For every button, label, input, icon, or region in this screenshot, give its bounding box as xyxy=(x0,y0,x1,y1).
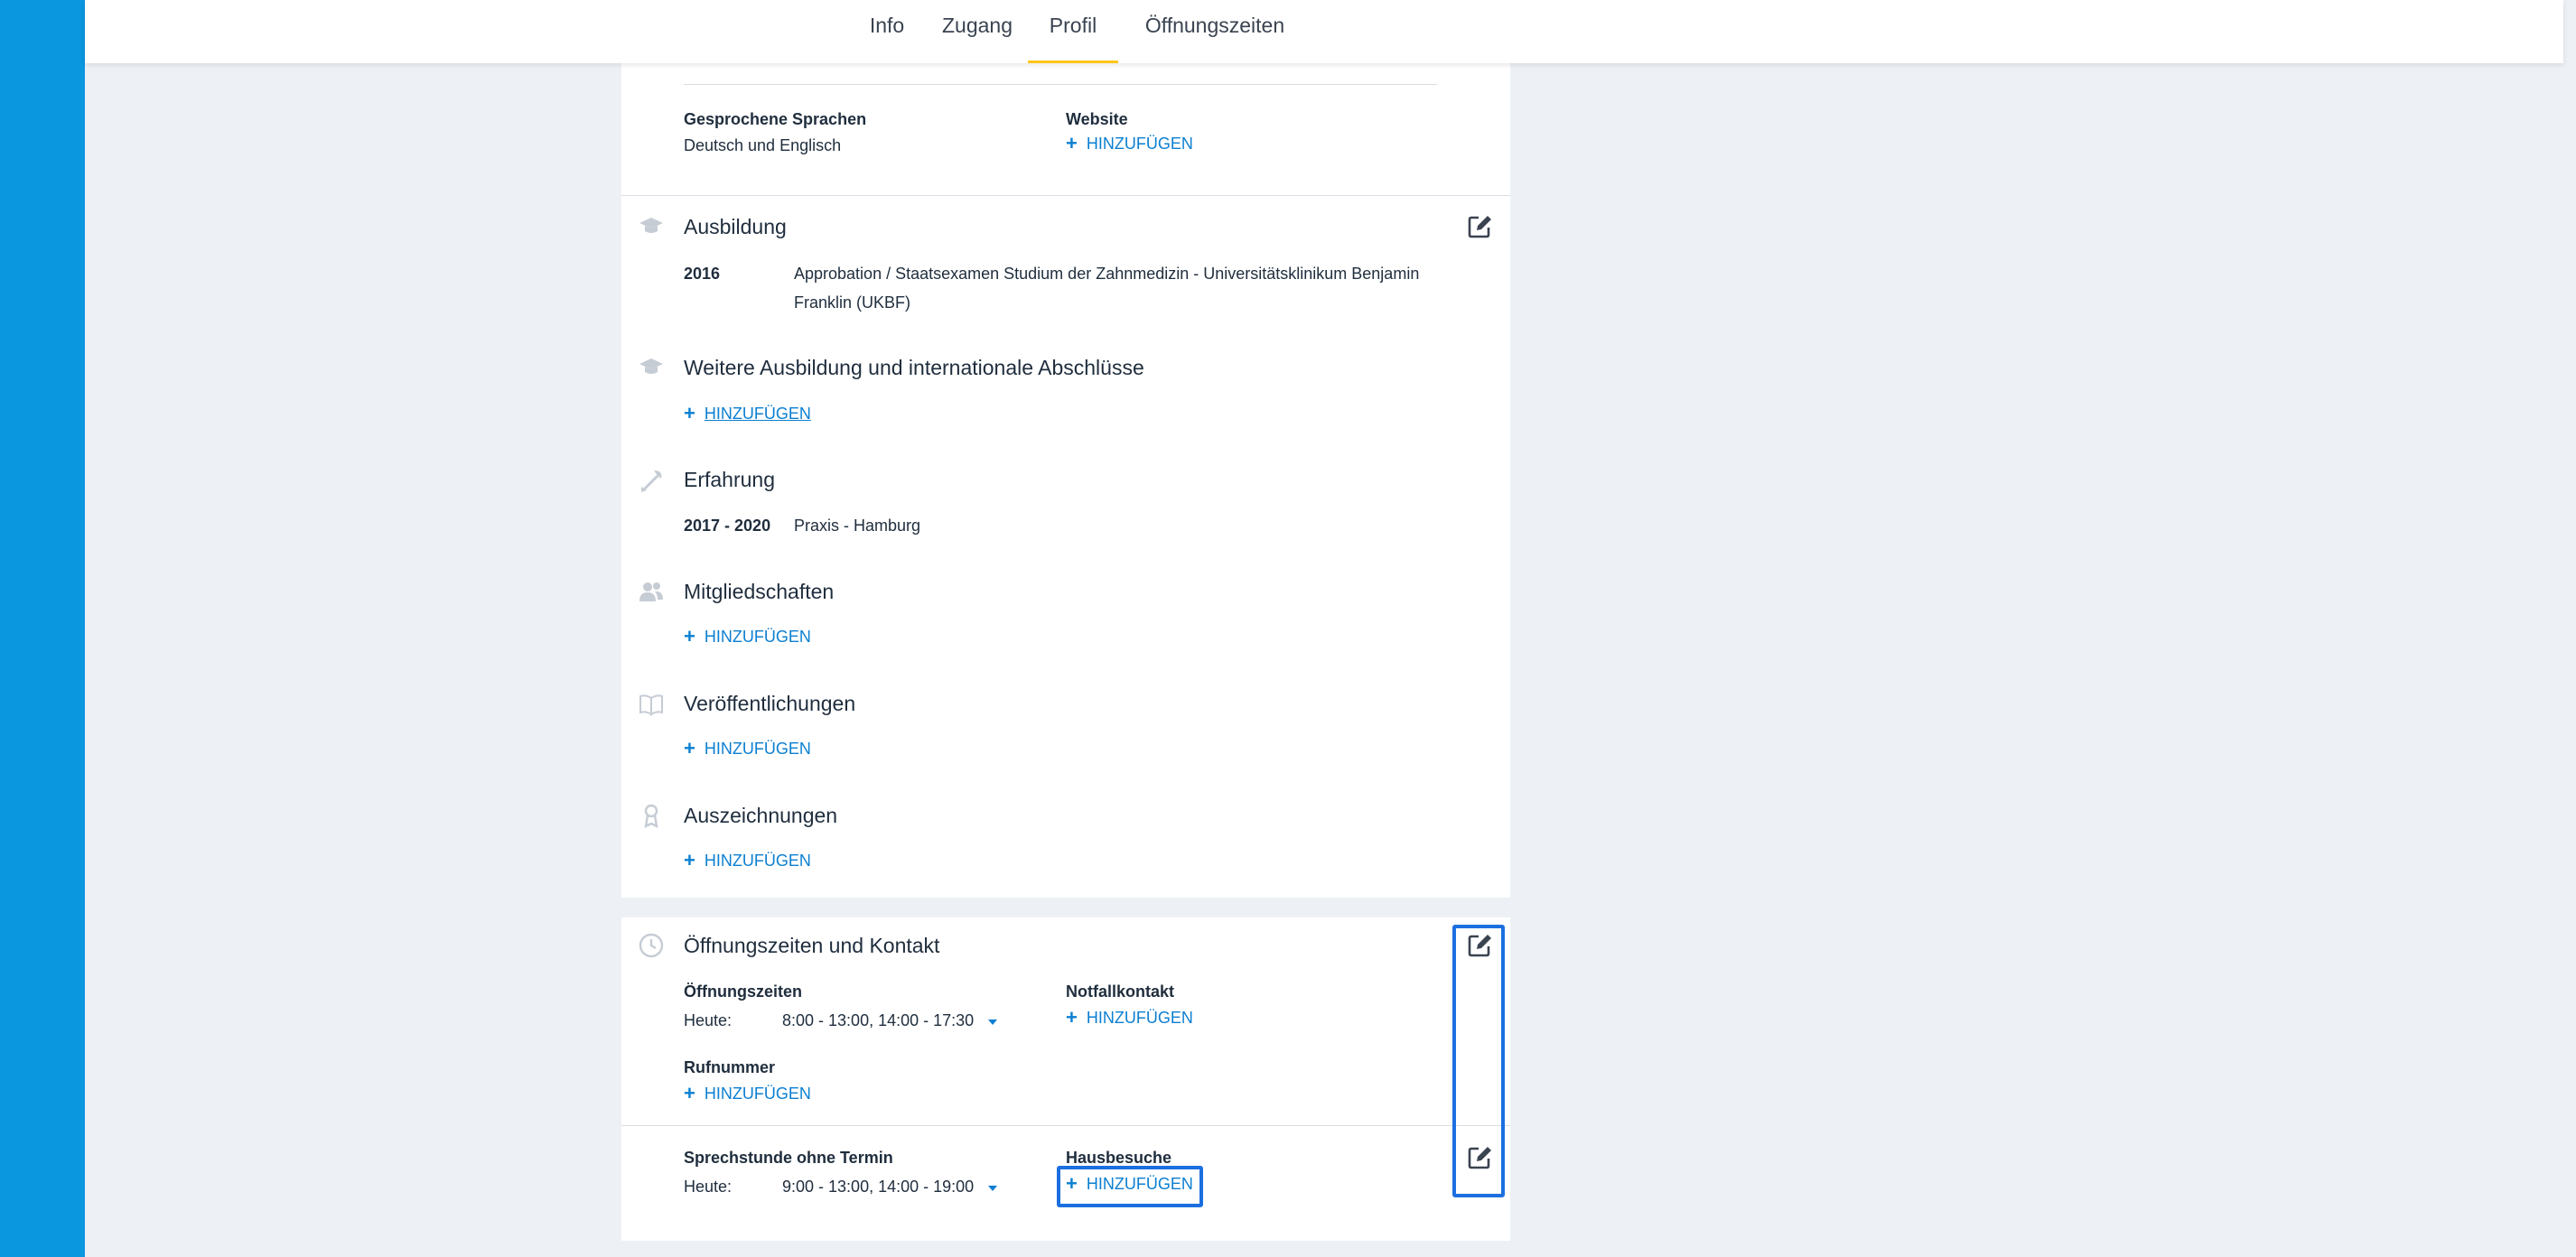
highlight-box-edit-icons xyxy=(1452,925,1505,1197)
add-publication-button[interactable]: + HINZUFÜGEN xyxy=(684,739,811,759)
add-phone-button[interactable]: + HINZUFÜGEN xyxy=(684,1084,811,1103)
tab-label: Zugang xyxy=(941,14,1013,37)
award-icon xyxy=(644,804,658,829)
top-navigation: Info Zugang Profil Öffnungszeiten xyxy=(85,0,2563,63)
emergency-contact-label: Notfallkontakt xyxy=(1066,982,1175,1001)
add-website-button[interactable]: + HINZUFÜGEN xyxy=(1066,134,1193,154)
opening-hours-value: 8:00 - 13:00, 14:00 - 17:30 xyxy=(782,1011,975,1029)
tab-label: Profil xyxy=(1049,14,1097,37)
tab-info[interactable]: Info xyxy=(851,0,923,63)
add-label: HINZUFÜGEN xyxy=(1086,1008,1193,1027)
left-sidebar xyxy=(0,0,85,1257)
add-label: HINZUFÜGEN xyxy=(1086,134,1193,153)
graduation-cap-icon xyxy=(639,218,663,233)
divider xyxy=(684,84,1437,85)
plus-icon: + xyxy=(684,402,695,424)
phone-label: Rufnummer xyxy=(684,1058,776,1076)
contact-card: Öffnungszeiten und Kontakt Öffnungszeite… xyxy=(621,917,1510,1241)
dental-tool-icon xyxy=(641,470,662,492)
further-education-title: Weitere Ausbildung und internationale Ab… xyxy=(684,356,1144,379)
profile-card: Gesprochene Sprachen Deutsch und Englisc… xyxy=(621,0,1510,898)
book-icon xyxy=(639,694,663,716)
add-label: HINZUFÜGEN xyxy=(704,404,811,423)
add-label: HINZUFÜGEN xyxy=(704,739,811,758)
highlight-box-add-house-calls xyxy=(1057,1166,1203,1207)
contact-title: Öffnungszeiten und Kontakt xyxy=(684,934,940,957)
walkin-label: Sprechstunde ohne Termin xyxy=(684,1149,893,1167)
tab-label: Info xyxy=(869,14,905,37)
add-further-education-button[interactable]: + HINZUFÜGEN xyxy=(684,404,811,424)
users-icon xyxy=(639,582,663,601)
chevron-down-icon[interactable] xyxy=(986,1016,999,1029)
plus-icon: + xyxy=(684,1082,695,1104)
tab-label: Öffnungszeiten xyxy=(1144,14,1285,37)
publications-title: Veröffentlichungen xyxy=(684,692,856,715)
experience-period: 2017 - 2020 xyxy=(684,517,771,535)
add-label: HINZUFÜGEN xyxy=(704,851,811,870)
languages-label: Gesprochene Sprachen xyxy=(684,110,867,128)
chevron-down-icon[interactable] xyxy=(986,1182,999,1195)
plus-icon: + xyxy=(684,625,695,647)
tab-oeffnungszeiten[interactable]: Öffnungszeiten xyxy=(1131,0,1299,63)
education-title: Ausbildung xyxy=(684,215,787,238)
edit-icon[interactable] xyxy=(1466,213,1493,240)
divider xyxy=(621,1125,1510,1126)
active-tab-indicator xyxy=(1028,61,1118,63)
awards-title: Auszeichnungen xyxy=(684,804,838,827)
languages-value: Deutsch und Englisch xyxy=(684,136,842,154)
tab-profil[interactable]: Profil xyxy=(1028,0,1118,63)
today-label: Heute: xyxy=(684,1011,733,1029)
memberships-title: Mitgliedschaften xyxy=(684,580,835,603)
walkin-hours-value: 9:00 - 13:00, 14:00 - 19:00 xyxy=(782,1178,975,1196)
education-text-line2: Franklin (UKBF) xyxy=(794,293,911,312)
education-text-line1: Approbation / Staatsexamen Studium der Z… xyxy=(794,265,1420,283)
plus-icon: + xyxy=(684,737,695,759)
clock-icon xyxy=(639,933,664,958)
plus-icon: + xyxy=(684,849,695,871)
add-label: HINZUFÜGEN xyxy=(704,1084,811,1103)
graduation-cap-icon xyxy=(639,358,663,374)
experience-place: Praxis - Hamburg xyxy=(794,517,921,535)
add-emergency-contact-button[interactable]: + HINZUFÜGEN xyxy=(1066,1008,1193,1028)
add-membership-button[interactable]: + HINZUFÜGEN xyxy=(684,627,811,647)
website-label: Website xyxy=(1066,110,1128,128)
add-award-button[interactable]: + HINZUFÜGEN xyxy=(684,851,811,871)
experience-title: Erfahrung xyxy=(684,468,776,491)
plus-icon: + xyxy=(1066,1006,1078,1029)
house-calls-label: Hausbesuche xyxy=(1066,1149,1172,1167)
education-year: 2016 xyxy=(684,265,721,283)
divider xyxy=(621,195,1510,196)
tab-zugang[interactable]: Zugang xyxy=(929,0,1026,63)
add-label: HINZUFÜGEN xyxy=(704,627,811,646)
plus-icon: + xyxy=(1066,132,1078,154)
today-label: Heute: xyxy=(684,1178,733,1196)
opening-hours-label: Öffnungszeiten xyxy=(684,982,802,1001)
